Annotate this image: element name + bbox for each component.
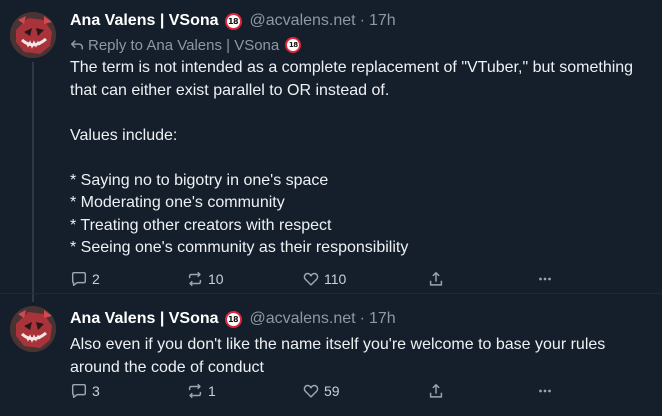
repost-button[interactable]: 10 bbox=[186, 268, 224, 290]
share-button[interactable] bbox=[427, 268, 445, 290]
post-body: The term is not intended as a complete r… bbox=[70, 57, 650, 260]
author-name[interactable]: Ana Valens | VSona bbox=[70, 310, 219, 328]
timestamp[interactable]: 17h bbox=[369, 12, 396, 30]
separator-dot: · bbox=[359, 12, 365, 29]
share-upload-icon bbox=[429, 383, 443, 398]
post-header: Ana Valens | VSona 18 @acvalens.net · 17… bbox=[70, 308, 650, 330]
post-actions: 2 10 110 bbox=[70, 268, 570, 290]
post-paragraph: The term is not intended as a complete r… bbox=[70, 59, 638, 99]
reply-button[interactable]: 3 bbox=[70, 380, 100, 402]
repost-arrows-icon bbox=[188, 271, 202, 287]
thread-feed: Ana Valens | VSona 18 @acvalens.net · 17… bbox=[0, 0, 662, 416]
share-upload-icon bbox=[429, 271, 443, 286]
avatar-image bbox=[10, 12, 56, 58]
timestamp[interactable]: 17h bbox=[369, 310, 396, 328]
speech-bubble-icon bbox=[71, 383, 87, 399]
heart-icon bbox=[303, 384, 319, 398]
more-dots-icon bbox=[539, 389, 551, 393]
reply-to-line[interactable]: Reply to Ana Valens | VSona 18 bbox=[70, 34, 650, 56]
age-18-badge-icon: 18 bbox=[285, 37, 302, 53]
like-button[interactable]: 110 bbox=[302, 268, 346, 290]
reply-count: 2 bbox=[92, 271, 100, 287]
more-options-button[interactable] bbox=[536, 268, 554, 290]
post-paragraph: Values include: bbox=[70, 126, 178, 144]
author-handle[interactable]: @acvalens.net bbox=[250, 310, 356, 328]
post-body: Also even if you don't like the name its… bbox=[70, 334, 650, 379]
speech-bubble-icon bbox=[71, 271, 87, 287]
like-button[interactable]: 59 bbox=[302, 380, 340, 402]
share-button[interactable] bbox=[427, 380, 445, 402]
reply-count: 3 bbox=[92, 383, 100, 399]
repost-button[interactable]: 1 bbox=[186, 380, 216, 402]
author-handle[interactable]: @acvalens.net bbox=[250, 12, 356, 30]
post-content: Ana Valens | VSona 18 @acvalens.net · 17… bbox=[70, 10, 650, 260]
post-content: Ana Valens | VSona 18 @acvalens.net · 17… bbox=[70, 308, 650, 379]
avatar-image bbox=[10, 306, 56, 352]
reply-to-label: Reply to Ana Valens | VSona bbox=[88, 36, 280, 54]
more-options-button[interactable] bbox=[536, 380, 554, 402]
author-name[interactable]: Ana Valens | VSona bbox=[70, 12, 219, 30]
post[interactable]: Ana Valens | VSona 18 @acvalens.net · 17… bbox=[0, 294, 662, 416]
like-count: 110 bbox=[324, 271, 347, 287]
avatar[interactable] bbox=[10, 306, 56, 352]
repost-count: 1 bbox=[208, 383, 216, 399]
post-paragraph: Also even if you don't like the name its… bbox=[70, 336, 610, 376]
avatar[interactable] bbox=[10, 12, 56, 58]
like-count: 59 bbox=[324, 383, 340, 399]
heart-icon bbox=[303, 272, 319, 286]
reply-button[interactable]: 2 bbox=[70, 268, 100, 290]
repost-arrows-icon bbox=[188, 383, 202, 399]
thread-connector-line bbox=[32, 62, 34, 302]
post-header: Ana Valens | VSona 18 @acvalens.net · 17… bbox=[70, 10, 650, 32]
more-dots-icon bbox=[539, 277, 551, 281]
age-18-badge-icon: 18 bbox=[224, 12, 242, 30]
reply-arrow-icon bbox=[70, 40, 84, 50]
age-18-badge-icon: 18 bbox=[224, 310, 242, 328]
post-paragraph: * Saying no to bigotry in one's space * … bbox=[70, 171, 409, 257]
repost-count: 10 bbox=[208, 271, 224, 287]
post[interactable]: Ana Valens | VSona 18 @acvalens.net · 17… bbox=[0, 0, 662, 302]
separator-dot: · bbox=[359, 310, 365, 327]
post-actions: 3 1 59 bbox=[70, 380, 570, 402]
